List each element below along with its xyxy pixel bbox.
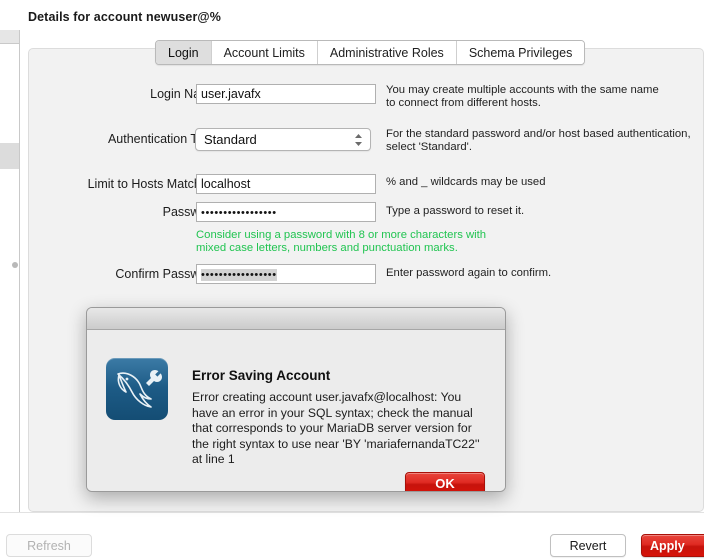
- login-name-hint-line1: You may create multiple accounts with th…: [386, 84, 659, 96]
- left-rail-scroll-thumb[interactable]: [0, 143, 19, 169]
- password-advice-line2: mixed case letters, numbers and punctuat…: [196, 242, 458, 254]
- limit-hosts-input[interactable]: [196, 174, 376, 194]
- confirm-password-input[interactable]: •••••••••••••••••: [196, 264, 376, 284]
- confirm-password-label: Confirm Password:: [115, 267, 221, 281]
- confirm-password-hint: Enter password again to confirm.: [386, 267, 552, 279]
- refresh-button[interactable]: Refresh: [6, 534, 92, 557]
- confirm-password-masked-value: •••••••••••••••••: [201, 269, 277, 281]
- login-name-label: Login Name:: [150, 87, 221, 101]
- error-dialog-title: Error Saving Account: [192, 368, 331, 383]
- password-label: Password:: [162, 205, 221, 219]
- error-dialog-message: Error creating account user.javafx@local…: [192, 390, 480, 467]
- apply-button[interactable]: Apply: [641, 534, 704, 557]
- tab-schema-privileges[interactable]: Schema Privileges: [456, 41, 585, 64]
- password-hint: Type a password to reset it.: [386, 205, 525, 217]
- limit-hosts-hint: % and _ wildcards may be used: [386, 176, 546, 188]
- login-name-hint-line2: to connect from different hosts.: [386, 97, 541, 109]
- auth-type-select[interactable]: Standard: [195, 128, 371, 151]
- tab-account-limits[interactable]: Account Limits: [211, 41, 318, 64]
- auth-type-hint-line2: select 'Standard'.: [386, 141, 472, 153]
- password-masked-value: •••••••••••••••••: [201, 207, 277, 219]
- ok-button[interactable]: OK: [405, 472, 485, 491]
- tab-bar: Login Account Limits Administrative Role…: [155, 40, 586, 65]
- mysql-workbench-dolphin-icon: [106, 358, 168, 420]
- splitter-handle-icon[interactable]: [12, 262, 18, 268]
- error-dialog-titlebar[interactable]: [87, 308, 505, 330]
- password-advice-line1: Consider using a password with 8 or more…: [196, 229, 487, 241]
- revert-button[interactable]: Revert: [550, 534, 626, 557]
- page-title: Details for account newuser@%: [28, 10, 221, 24]
- login-name-input[interactable]: [196, 84, 376, 104]
- password-input[interactable]: •••••••••••••••••: [196, 202, 376, 222]
- left-rail-panel: [0, 30, 20, 530]
- left-rail-top-block: [0, 30, 19, 44]
- error-dialog-body: Error Saving Account Error creating acco…: [87, 330, 505, 491]
- tab-login[interactable]: Login: [156, 41, 212, 64]
- error-dialog: Error Saving Account Error creating acco…: [86, 307, 506, 492]
- chevron-up-down-icon: [354, 132, 363, 148]
- auth-type-hint-line1: For the standard password and/or host ba…: [386, 128, 691, 140]
- bottom-action-bar: Refresh Revert Apply: [0, 512, 704, 560]
- auth-type-label: Authentication Type:: [107, 132, 221, 146]
- tab-administrative-roles[interactable]: Administrative Roles: [317, 41, 457, 64]
- auth-type-select-value: Standard: [204, 132, 257, 147]
- limit-hosts-label: Limit to Hosts Matching:: [87, 177, 221, 191]
